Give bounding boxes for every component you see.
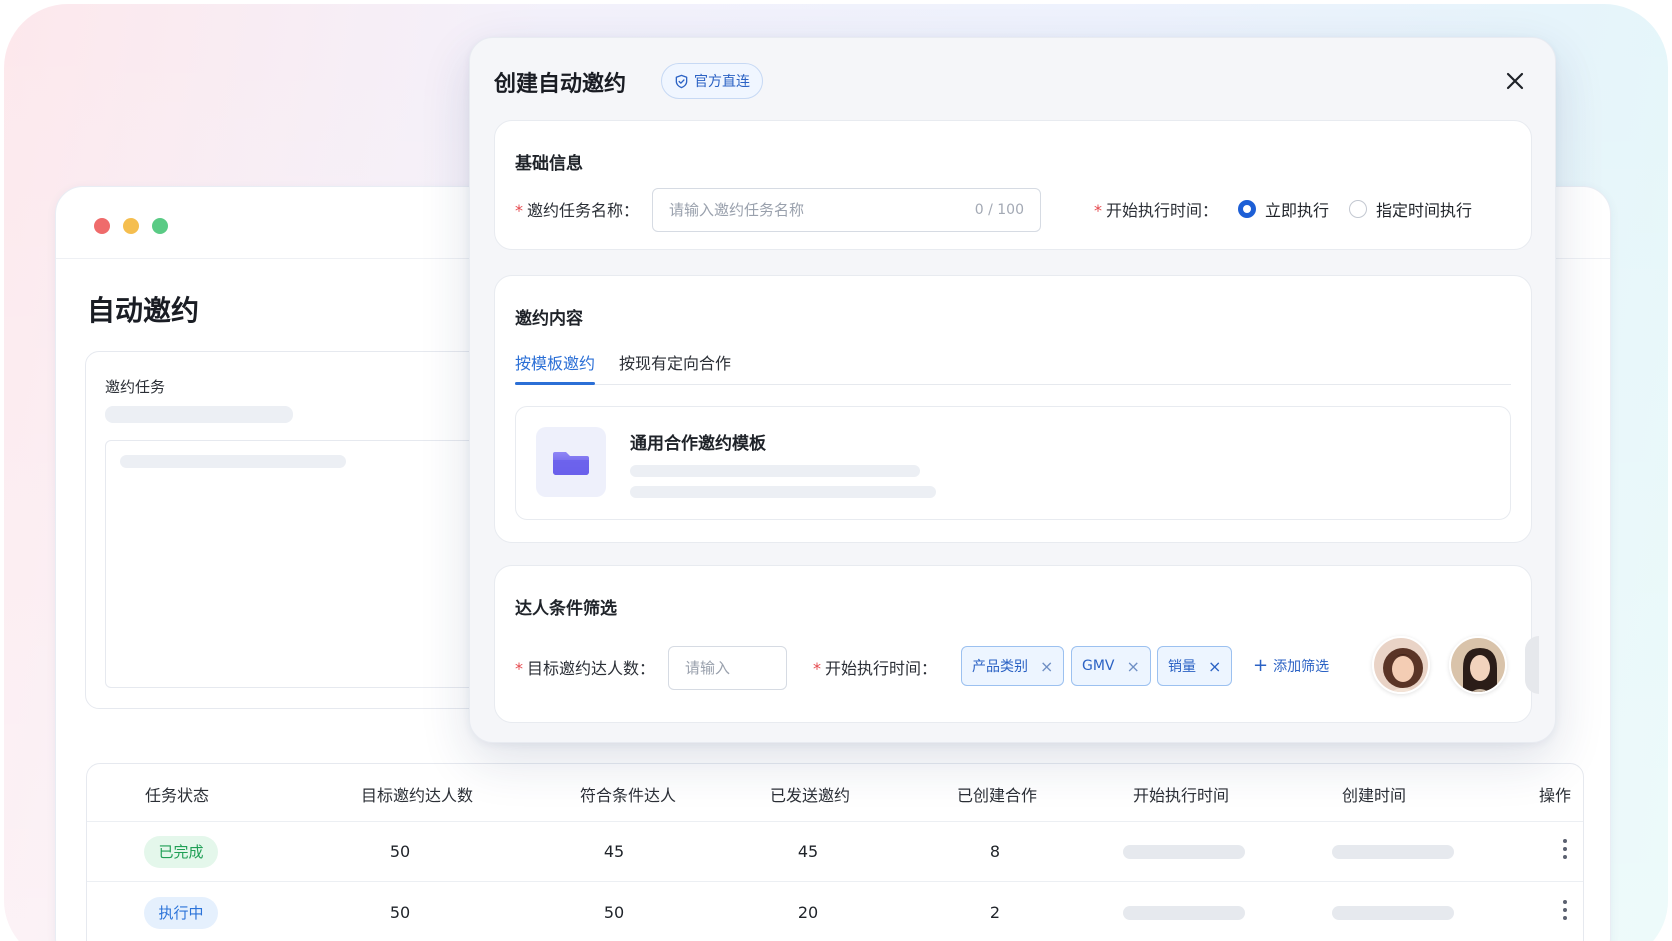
status-badge: 已完成: [144, 836, 218, 868]
target-count-placeholder: 请输入: [685, 659, 731, 677]
radio-scheduled[interactable]: 指定时间执行: [1349, 197, 1472, 221]
radio-label: 指定时间执行: [1376, 201, 1473, 220]
radio-circle[interactable]: [1349, 200, 1367, 218]
shield-check-icon: [675, 74, 688, 88]
target-count-label: * 目标邀约达人数：: [515, 659, 656, 678]
tag-close-icon[interactable]: ×: [1208, 657, 1221, 676]
cell-created: 2: [989, 903, 1001, 922]
task-name-label: * 邀约任务名称：: [515, 201, 640, 220]
tab-existing-cooperation[interactable]: 按现有定向合作: [619, 350, 731, 374]
tag-label: GMV: [1082, 658, 1115, 674]
cell-eligible: 45: [603, 842, 625, 861]
radio-execute-now[interactable]: 立即执行: [1238, 197, 1329, 221]
tag-label: 产品类别: [972, 659, 1028, 675]
window-minimize-dot[interactable]: [123, 218, 139, 234]
radio-circle-selected[interactable]: [1238, 200, 1256, 218]
cell-sent: 20: [797, 903, 819, 922]
folder-icon: [536, 427, 606, 497]
th-created: 已创建合作: [956, 786, 1038, 805]
add-filter-button[interactable]: + 添加筛选: [1253, 655, 1329, 676]
section-title: 达人条件筛选: [515, 599, 617, 619]
task-name-input[interactable]: 请输入邀约任务名称 0 / 100: [652, 188, 1041, 232]
official-badge: 官方直连: [661, 63, 763, 99]
window-close-dot[interactable]: [94, 218, 110, 234]
filter-start-time-label: * 开始执行时间：: [813, 659, 938, 678]
invite-content-section: 邀约内容 按模板邀约 按现有定向合作 通用合作邀约模板: [494, 275, 1532, 543]
skeleton-bar: [120, 455, 346, 468]
th-target: 目标邀约达人数: [360, 786, 474, 805]
skeleton-bar: [105, 406, 293, 423]
skeleton-start-time: [1123, 906, 1245, 920]
th-start-time: 开始执行时间: [1132, 786, 1230, 805]
table-header: 任务状态 目标邀约达人数 符合条件达人 已发送邀约 已创建合作 开始执行时间 创…: [87, 764, 1583, 822]
more-actions-icon[interactable]: [1562, 900, 1568, 926]
target-count-input[interactable]: 请输入: [668, 646, 787, 690]
creator-avatar-partial[interactable]: [1525, 636, 1539, 694]
tag-close-icon[interactable]: ×: [1127, 657, 1140, 676]
cell-created: 8: [989, 842, 1001, 861]
tab-template-invite[interactable]: 按模板邀约: [515, 350, 595, 374]
tag-close-icon[interactable]: ×: [1040, 657, 1053, 676]
skeleton-bar: [630, 465, 920, 477]
th-create-time: 创建时间: [1341, 786, 1407, 805]
skeleton-create-time: [1332, 906, 1454, 920]
skeleton-start-time: [1123, 845, 1245, 859]
task-content-box: [105, 440, 505, 688]
creator-avatar[interactable]: [1372, 636, 1430, 694]
creator-filter-section: 达人条件筛选 * 目标邀约达人数： 请输入 * 开始执行时间： 产品类别 × GMV…: [494, 565, 1539, 723]
start-time-label: * 开始执行时间：: [1094, 201, 1219, 220]
char-counter: 0 / 100: [974, 202, 1024, 218]
filter-tag-sales[interactable]: 销量 ×: [1157, 646, 1233, 686]
skeleton-bar: [630, 486, 936, 498]
status-badge: 执行中: [144, 897, 218, 929]
section-title: 基础信息: [515, 154, 583, 174]
window-maximize-dot[interactable]: [152, 218, 168, 234]
cell-target: 50: [389, 903, 411, 922]
plus-icon: +: [1253, 655, 1269, 676]
tab-divider: [515, 384, 1511, 385]
modal-title: 创建自动邀约: [494, 72, 627, 97]
cell-sent: 45: [797, 842, 819, 861]
radio-label: 立即执行: [1265, 201, 1330, 220]
close-icon[interactable]: [1504, 70, 1526, 92]
cell-eligible: 50: [603, 903, 625, 922]
basic-info-section: 基础信息 * 邀约任务名称： 请输入邀约任务名称 0 / 100 * 开始执行时间：…: [494, 120, 1532, 250]
template-name: 通用合作邀约模板: [630, 434, 766, 454]
skeleton-create-time: [1332, 845, 1454, 859]
active-tab-indicator: [515, 382, 595, 385]
official-badge-label: 官方直连: [694, 74, 750, 90]
task-table: 任务状态 目标邀约达人数 符合条件达人 已发送邀约 已创建合作 开始执行时间 创…: [86, 763, 1584, 941]
table-row[interactable]: 执行中 50 50 20 2: [87, 883, 1583, 941]
table-row[interactable]: 已完成 50 45 45 8: [87, 822, 1583, 882]
th-sent: 已发送邀约: [769, 786, 851, 805]
th-actions: 操作: [1538, 786, 1572, 805]
tag-label: 销量: [1168, 659, 1196, 675]
cell-target: 50: [389, 842, 411, 861]
filter-tag-gmv[interactable]: GMV ×: [1071, 646, 1151, 686]
template-card[interactable]: 通用合作邀约模板: [515, 406, 1511, 520]
more-actions-icon[interactable]: [1562, 839, 1568, 865]
th-status: 任务状态: [144, 786, 210, 805]
page-title: 自动邀约: [87, 294, 200, 327]
creator-avatar[interactable]: [1449, 636, 1507, 694]
create-invite-modal: 创建自动邀约 官方直连 基础信息 * 邀约任务名称： 请输入邀约任务名称 0 / …: [469, 37, 1556, 743]
task-name-placeholder: 请输入邀约任务名称: [669, 201, 805, 219]
filter-tag-category[interactable]: 产品类别 ×: [961, 646, 1065, 686]
th-eligible: 符合条件达人: [579, 786, 677, 805]
section-title: 邀约内容: [515, 309, 583, 329]
add-filter-label: 添加筛选: [1273, 658, 1330, 675]
invite-task-card: 邀约任务: [85, 351, 505, 709]
task-card-title: 邀约任务: [105, 378, 166, 396]
